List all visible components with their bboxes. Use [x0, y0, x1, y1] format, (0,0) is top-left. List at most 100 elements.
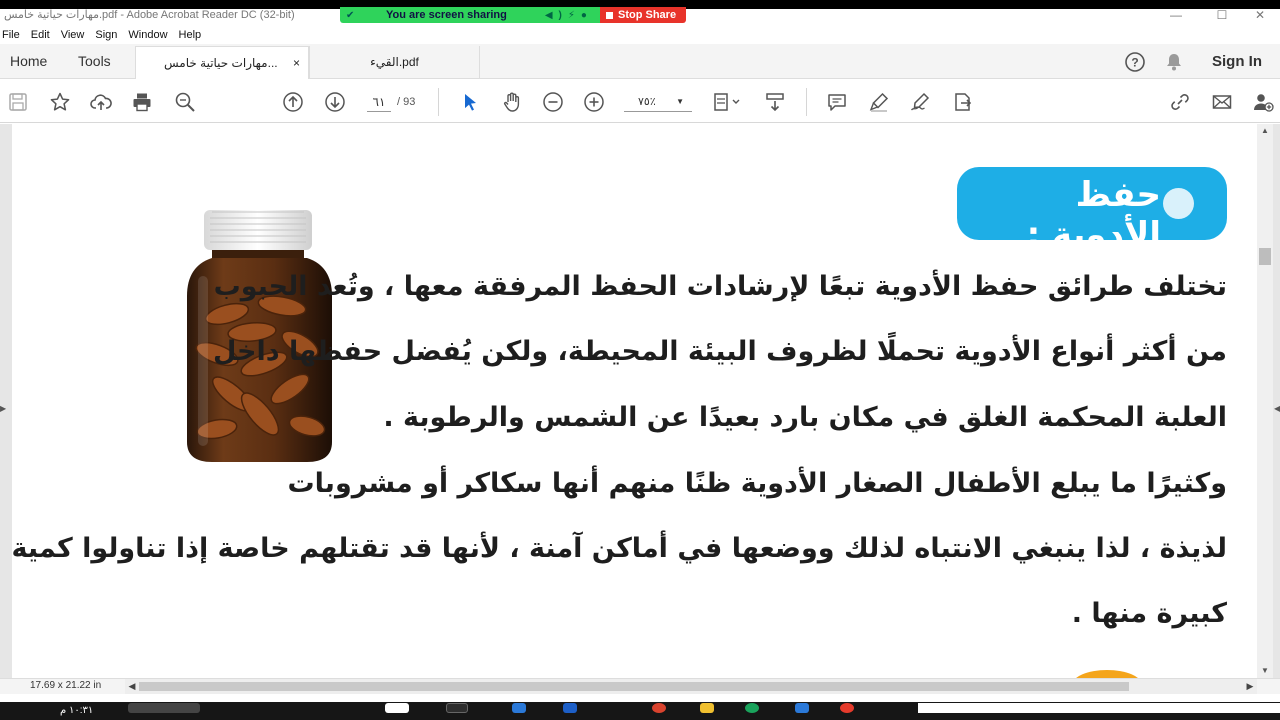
tab-home[interactable]: Home [10, 44, 47, 79]
zoom-out-button[interactable] [541, 90, 565, 114]
screen-share-banner: ✔ You are screen sharing ◀)⚡● Stop Share [340, 7, 686, 23]
maximize-button[interactable]: ☐ [1202, 6, 1242, 24]
close-window-button[interactable]: ✕ [1240, 6, 1280, 24]
heading-bullet-icon [1163, 188, 1194, 219]
taskbar-clock: ١٠:٣١ م [60, 705, 94, 716]
os-taskbar: ١٠:٣١ م [0, 694, 1280, 720]
arrow-up-circle-icon [283, 92, 303, 112]
taskbar-app-button[interactable] [385, 703, 409, 713]
stop-share-label: Stop Share [618, 9, 677, 21]
find-button[interactable] [173, 90, 197, 114]
share-link-button[interactable] [1168, 90, 1192, 114]
toolbar-divider [438, 88, 439, 116]
highlight-button[interactable] [867, 90, 891, 114]
bookmark-button[interactable] [48, 90, 72, 114]
add-user-button[interactable] [1251, 90, 1275, 114]
paragraph-line: كبيرة منها . [1071, 598, 1227, 629]
bookmark-star-icon [50, 92, 70, 111]
sign-in-button[interactable]: Sign In [1212, 44, 1262, 79]
document-viewport[interactable]: حفظ الأدوية : تختلف طرائق حفظ الأدوية تب… [0, 124, 1280, 678]
zoom-level-value: ٧٥٪ [638, 96, 656, 108]
stop-share-button[interactable]: Stop Share [600, 7, 686, 23]
svg-text:?: ? [1131, 55, 1138, 69]
select-tool-button[interactable] [458, 90, 482, 114]
vertical-scrollbar[interactable]: ▲ ▼ [1257, 124, 1273, 678]
menu-file[interactable]: File [0, 29, 29, 41]
audio-controls-icon[interactable]: ◀)⚡● [545, 10, 593, 21]
close-tab-icon[interactable]: × [293, 47, 300, 80]
paragraph-line: وكثيرًا ما يبلع الأطفال الصغار الأدوية ظ… [287, 468, 1227, 499]
tab-tools[interactable]: Tools [78, 44, 111, 79]
help-button[interactable]: ? [1124, 44, 1146, 79]
taskbar-app-button[interactable] [446, 703, 468, 713]
fit-page-icon [714, 93, 740, 111]
tab-document-second[interactable]: القيء.pdf [309, 46, 480, 79]
acrobat-window: مهارات حياتية خامس.pdf - Adobe Acrobat R… [0, 0, 1280, 720]
paragraph-line: من أكثر أنواع الأدوية تحملًا لظروف البيئ… [212, 336, 1227, 367]
hand-tool-button[interactable] [500, 90, 524, 114]
taskbar-search-box[interactable] [918, 703, 1280, 713]
arrow-down-circle-icon [325, 92, 345, 112]
print-button[interactable] [130, 90, 154, 114]
horizontal-scrollbar[interactable]: ◀ ▶ [125, 679, 1257, 694]
save-button[interactable] [6, 90, 30, 114]
comment-button[interactable] [825, 90, 849, 114]
previous-page-button[interactable] [281, 90, 305, 114]
zoom-in-button[interactable] [582, 90, 606, 114]
comment-icon [828, 94, 846, 111]
paragraph-line: العلبة المحكمة الغلق في مكان بارد بعيدًا… [383, 402, 1227, 433]
left-panel-toggle-icon[interactable]: ▶ [0, 404, 6, 413]
toolbar-divider [806, 88, 807, 116]
app-icon[interactable] [512, 703, 526, 713]
save-icon [9, 93, 27, 111]
scroll-thumb[interactable] [139, 682, 1129, 691]
app-icon[interactable] [745, 703, 759, 713]
word-icon[interactable] [563, 703, 577, 713]
page-number-input[interactable]: ٦١ [367, 92, 391, 112]
sharing-indicator[interactable]: ✔ You are screen sharing ◀)⚡● [340, 7, 600, 23]
next-page-button[interactable] [323, 90, 347, 114]
menu-sign[interactable]: Sign [93, 29, 126, 41]
paragraph-line: تختلف طرائق حفظ الأدوية تبعًا لإرشادات ا… [213, 271, 1227, 302]
tab-document-label: مهارات حياتية خامس... [164, 56, 278, 70]
menu-window[interactable]: Window [126, 29, 176, 41]
upload-button[interactable] [89, 90, 113, 114]
paragraph-line: لذيذة ، لذا ينبغي الانتباه لذلك ووضعها ف… [12, 533, 1227, 564]
minimize-button[interactable]: — [1156, 6, 1196, 24]
page-fit-button[interactable] [710, 90, 744, 114]
scroll-down-icon[interactable]: ▼ [1257, 664, 1273, 678]
upload-cloud-icon [90, 94, 112, 110]
section-heading-text: حفظ الأدوية : [1026, 175, 1161, 255]
next-heading-fragment [1072, 670, 1142, 678]
scroll-up-icon[interactable]: ▲ [1257, 124, 1273, 138]
acrobat-icon[interactable] [840, 703, 854, 713]
more-tools-button[interactable] [950, 90, 974, 114]
add-user-icon [1254, 94, 1274, 112]
menu-edit[interactable]: Edit [29, 29, 59, 41]
share-doc-icon [955, 93, 972, 111]
tab-document-active[interactable]: مهارات حياتية خامس... × [135, 46, 309, 79]
sharing-message: You are screen sharing [386, 9, 507, 21]
highlight-pen-icon [869, 92, 889, 112]
notifications-button[interactable] [1164, 44, 1184, 79]
hand-icon [503, 92, 520, 112]
app-icon[interactable] [795, 703, 809, 713]
email-icon [1212, 95, 1232, 109]
scroll-left-icon[interactable]: ◀ [125, 679, 139, 694]
menu-view[interactable]: View [59, 29, 94, 41]
right-panel-toggle-icon[interactable]: ◀ [1274, 404, 1280, 413]
tab-bar: Home Tools مهارات حياتية خامس... × القيء… [0, 44, 1280, 79]
bell-icon [1167, 53, 1181, 70]
section-heading: حفظ الأدوية : [957, 167, 1227, 255]
scroll-right-icon[interactable]: ▶ [1243, 679, 1257, 694]
menu-help[interactable]: Help [177, 29, 211, 41]
minus-circle-icon [543, 92, 563, 112]
email-button[interactable] [1210, 90, 1234, 114]
sign-button[interactable] [908, 90, 932, 114]
folder-icon[interactable] [700, 703, 714, 713]
zoom-level-select[interactable]: ٧٥٪ ▼ [624, 92, 692, 112]
taskbar-app-button[interactable] [128, 703, 200, 713]
browser-icon[interactable] [652, 703, 666, 713]
scroll-mode-button[interactable] [763, 90, 787, 114]
scroll-thumb[interactable] [1259, 248, 1271, 265]
